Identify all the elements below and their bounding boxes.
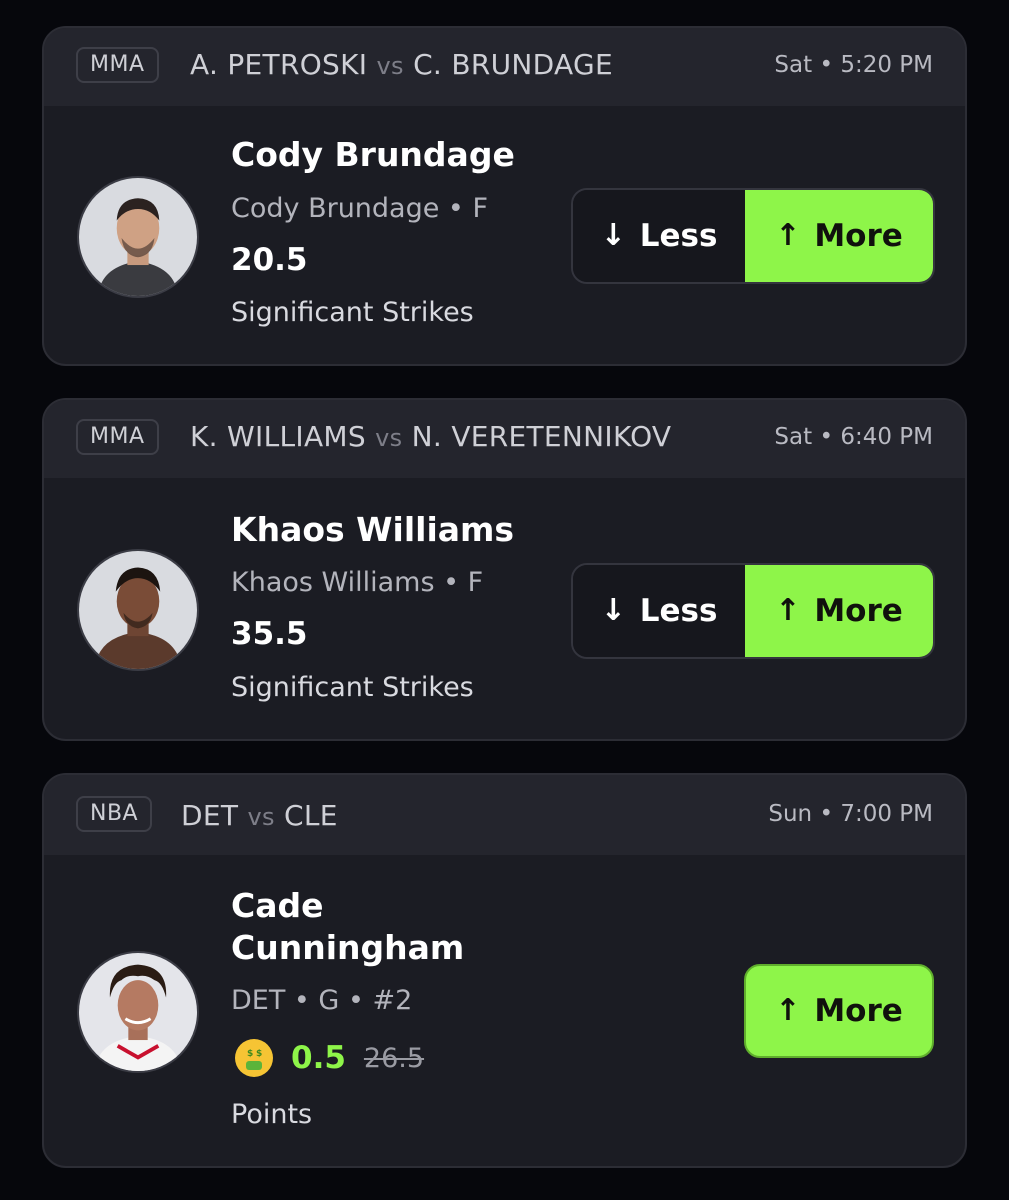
- svg-text:$: $: [247, 1049, 253, 1059]
- pick-buttons: ↓ Less ↑ More: [571, 188, 935, 284]
- pick-buttons: ↓ Less ↑ More: [571, 563, 935, 659]
- player-name: Khaos Williams: [231, 510, 515, 549]
- up-arrow-icon: ↑: [775, 993, 801, 1028]
- team-b: C. BRUNDAGE: [413, 48, 613, 81]
- team-b: CLE: [283, 799, 338, 832]
- more-label: More: [814, 593, 903, 629]
- vs-label: vs: [247, 803, 275, 831]
- less-button[interactable]: ↓ Less: [573, 190, 745, 282]
- less-label: Less: [639, 218, 718, 254]
- pick-card-cade-cunningham[interactable]: NBA DET vs CLE Sun • 7:00 PM Cade Cunnin…: [42, 773, 967, 1168]
- money-mouth-icon: $ $: [235, 1039, 273, 1077]
- player-name-line2: Cunningham: [231, 928, 465, 967]
- matchup: K. WILLIAMS vs N. VERETENNIKOV: [190, 418, 671, 457]
- team-a: DET: [181, 799, 239, 832]
- vs-label: vs: [375, 424, 403, 452]
- up-arrow-icon: ↑: [775, 218, 801, 253]
- player-meta: Cody Brundage • F: [231, 193, 488, 224]
- player-avatar: [77, 549, 199, 671]
- stat-type: Significant Strikes: [231, 297, 474, 328]
- less-button[interactable]: ↓ Less: [573, 565, 745, 657]
- more-button[interactable]: ↑ More: [745, 190, 933, 282]
- stat-type: Significant Strikes: [231, 672, 474, 703]
- matchup: A. PETROSKI vs C. BRUNDAGE: [190, 46, 613, 85]
- projection-line: 20.5: [231, 242, 308, 278]
- more-label: More: [814, 993, 903, 1029]
- pick-card-khaos-williams[interactable]: MMA K. WILLIAMS vs N. VERETENNIKOV Sat •…: [42, 398, 967, 741]
- league-badge: NBA: [76, 796, 153, 832]
- picks-list: MMA A. PETROSKI vs C. BRUNDAGE Sat • 5:2…: [0, 0, 1009, 1200]
- down-arrow-icon: ↓: [600, 593, 626, 628]
- matchup: DET vs CLE: [181, 797, 338, 836]
- league-badge: MMA: [76, 47, 159, 83]
- original-line: 26.5: [363, 1042, 425, 1074]
- game-time: Sun • 7:00 PM: [768, 801, 933, 827]
- team-a: A. PETROSKI: [190, 48, 368, 81]
- game-time: Sat • 5:20 PM: [774, 52, 933, 78]
- up-arrow-icon: ↑: [775, 593, 801, 628]
- card-header: MMA K. WILLIAMS vs N. VERETENNIKOV Sat •…: [44, 400, 965, 478]
- player-avatar: [77, 176, 199, 298]
- down-arrow-icon: ↓: [600, 218, 626, 253]
- projection-line: 35.5: [231, 616, 308, 652]
- league-badge: MMA: [76, 419, 159, 455]
- svg-text:$: $: [256, 1049, 262, 1059]
- player-meta: Khaos Williams • F: [231, 567, 484, 598]
- player-name: Cody Brundage: [231, 135, 515, 174]
- card-header: MMA A. PETROSKI vs C. BRUNDAGE Sat • 5:2…: [44, 28, 965, 106]
- team-a: K. WILLIAMS: [190, 420, 366, 453]
- card-header: NBA DET vs CLE Sun • 7:00 PM: [44, 775, 965, 855]
- pick-card-cody-brundage[interactable]: MMA A. PETROSKI vs C. BRUNDAGE Sat • 5:2…: [42, 26, 967, 366]
- less-label: Less: [639, 593, 718, 629]
- game-time: Sat • 6:40 PM: [774, 424, 933, 450]
- discount-row: $ $ 0.5 26.5: [235, 1039, 424, 1077]
- discounted-line: 0.5: [291, 1040, 346, 1076]
- more-label: More: [814, 218, 903, 254]
- player-avatar: [77, 951, 199, 1073]
- player-name-line1: Cade: [231, 886, 324, 925]
- vs-label: vs: [376, 52, 404, 80]
- more-button[interactable]: ↑ More: [744, 964, 934, 1058]
- player-meta: DET • G • #2: [231, 985, 413, 1016]
- more-button[interactable]: ↑ More: [745, 565, 933, 657]
- team-b: N. VERETENNIKOV: [411, 420, 672, 453]
- stat-type: Points: [231, 1099, 313, 1130]
